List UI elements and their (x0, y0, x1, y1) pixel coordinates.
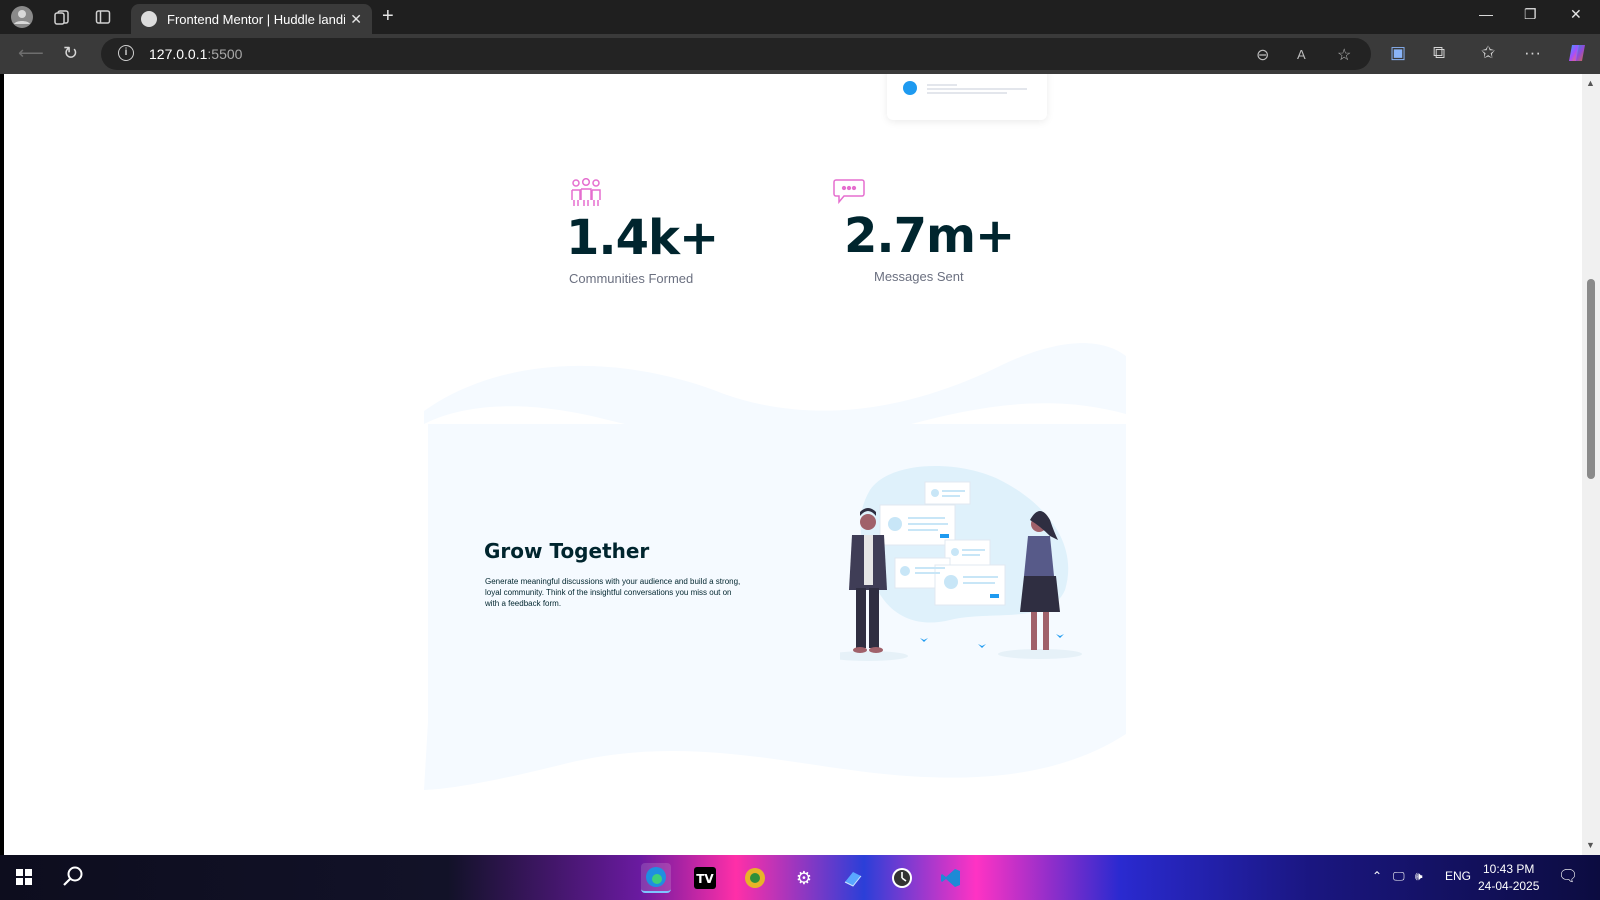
show-hidden-icons-icon[interactable]: ⌃ (1372, 869, 1382, 883)
stat-value: 2.7m+ (844, 208, 1015, 264)
tab-actions-icon[interactable] (90, 5, 116, 29)
file-app-icon[interactable] (838, 863, 868, 893)
vscode-app-icon[interactable] (936, 863, 966, 893)
back-icon[interactable]: ⟵ (18, 43, 44, 64)
new-tab-button[interactable]: + (382, 5, 394, 28)
edge-app-icon[interactable] (641, 863, 671, 893)
network-icon[interactable]: 🖵 (1393, 869, 1405, 884)
stat-label: Messages Sent (874, 269, 964, 284)
minimize-icon[interactable]: — (1479, 6, 1493, 22)
metatrader-app-icon[interactable] (740, 863, 770, 893)
address-bar[interactable]: i 127.0.0.1:5500 ⊖ A ☆ (101, 38, 1371, 70)
search-icon[interactable] (62, 865, 84, 892)
favorites-icon[interactable]: ✩ (1481, 43, 1495, 63)
mock-text-line (927, 88, 1027, 90)
profile-icon[interactable] (9, 5, 35, 29)
collections-icon[interactable] (49, 5, 75, 29)
feature-description: Generate meaningful discussions with you… (485, 577, 741, 608)
stat-label: Communities Formed (569, 271, 694, 286)
stat-value: 1.4k+ (566, 210, 719, 266)
settings-app-icon[interactable]: ⚙ (789, 863, 819, 893)
scroll-thumb[interactable] (1587, 279, 1595, 479)
grow-together-illustration (840, 466, 1082, 661)
web-page: 1.4k+ Communities Formed 2.7m+ Messages … (4, 74, 1582, 855)
tab-title: Frontend Mentor | Huddle landing page (167, 11, 345, 27)
clock-app-icon[interactable] (887, 863, 917, 893)
messages-icon (833, 178, 865, 209)
window-close-icon[interactable]: ✕ (1570, 6, 1582, 23)
mock-text-line (927, 84, 957, 86)
zoom-out-icon[interactable]: ⊖ (1256, 45, 1269, 65)
browser-title-bar: Frontend Mentor | Huddle landing page ✕ … (0, 0, 1600, 34)
favorite-star-icon[interactable]: ☆ (1337, 45, 1351, 65)
feature-title: Grow Together (484, 539, 650, 563)
close-tab-icon[interactable]: ✕ (350, 11, 362, 28)
browser-tab[interactable]: Frontend Mentor | Huddle landing page ✕ (131, 4, 372, 34)
url-text[interactable]: 127.0.0.1:5500 (149, 46, 242, 62)
language-indicator[interactable]: ENG (1445, 869, 1471, 883)
clock-date: 24-04-2025 (1478, 879, 1540, 893)
communities-icon (569, 177, 603, 213)
more-options-icon[interactable]: ··· (1524, 43, 1541, 63)
restore-icon[interactable]: ❐ (1524, 6, 1537, 23)
mock-text-line (927, 92, 1007, 94)
refresh-icon[interactable]: ↻ (63, 43, 78, 64)
read-aloud-icon[interactable]: A (1297, 47, 1306, 62)
screenshot-icon[interactable]: ▣ (1390, 43, 1406, 63)
start-button[interactable] (16, 869, 32, 885)
page-scrollbar[interactable]: ▲ ▼ (1582, 74, 1600, 855)
scroll-down-icon[interactable]: ▼ (1586, 840, 1595, 850)
extensions-icon[interactable]: ⧉ (1433, 43, 1445, 63)
site-info-icon[interactable]: i (118, 45, 134, 61)
tradingview-app-icon[interactable]: TV (690, 863, 720, 893)
volume-icon[interactable]: 🕪 (1415, 869, 1423, 884)
scroll-up-icon[interactable]: ▲ (1586, 78, 1595, 88)
clock-time: 10:43 PM (1483, 862, 1535, 876)
wave-background (424, 343, 1126, 790)
browser-toolbar: ⟵ ↻ i 127.0.0.1:5500 ⊖ A ☆ ▣ ⧉ ✩ ··· (0, 34, 1600, 74)
taskbar-clock[interactable]: 10:43 PM 24-04-2025 (1478, 861, 1539, 895)
notifications-icon[interactable]: 🗨 (1558, 866, 1578, 886)
copilot-icon[interactable] (1567, 43, 1587, 68)
mockup-card (887, 74, 1047, 120)
avatar-dot (903, 81, 917, 95)
svg-text:TV: TV (696, 872, 714, 886)
favicon-icon (141, 11, 157, 27)
windows-taskbar: TV ⚙ ⌃ 🖵 🕪 ENG 10:43 PM 24-04-2025 🗨 (0, 855, 1600, 900)
